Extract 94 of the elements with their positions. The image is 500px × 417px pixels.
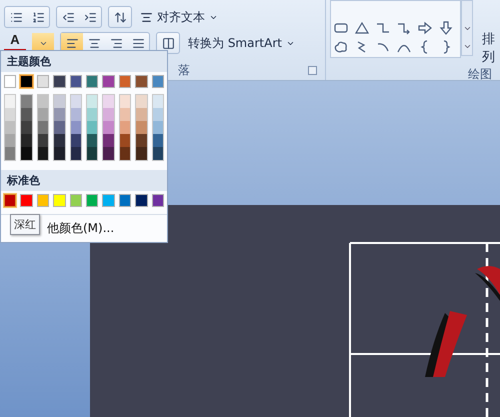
color-swatch[interactable] [118, 194, 132, 207]
color-swatch[interactable] [21, 95, 32, 108]
color-swatch[interactable] [5, 95, 16, 108]
color-swatch[interactable] [21, 108, 32, 121]
bullet-list-icon [10, 10, 22, 24]
arrange-button[interactable]: 排列 [473, 0, 500, 66]
color-swatch[interactable] [86, 194, 98, 207]
color-swatch[interactable] [103, 108, 114, 121]
shape-icon[interactable] [417, 20, 433, 36]
increase-indent-icon [84, 10, 96, 24]
justify-icon [132, 36, 144, 50]
color-swatch[interactable] [54, 134, 65, 147]
group-label: 落 [178, 62, 190, 78]
color-swatch[interactable] [120, 147, 130, 160]
color-swatch[interactable] [87, 108, 98, 121]
color-swatch[interactable] [136, 147, 147, 160]
color-swatch[interactable] [70, 95, 82, 108]
columns-icon [162, 36, 174, 50]
color-swatch[interactable] [5, 147, 16, 160]
color-swatch[interactable] [136, 134, 147, 147]
color-swatch[interactable] [70, 194, 82, 207]
color-swatch[interactable] [135, 194, 148, 207]
color-swatch[interactable] [38, 134, 48, 147]
align-text-icon [140, 10, 153, 24]
color-swatch[interactable] [152, 95, 164, 108]
color-swatch[interactable] [5, 121, 16, 134]
color-swatch[interactable] [5, 108, 16, 121]
color-swatch[interactable] [103, 95, 114, 108]
color-swatch[interactable] [70, 147, 82, 160]
line-spacing-icon [114, 10, 126, 24]
color-swatch[interactable] [70, 134, 82, 147]
standard-colors-heading: 标准色 [1, 170, 167, 191]
color-swatch[interactable] [103, 147, 114, 160]
color-swatch[interactable] [70, 75, 82, 88]
color-swatch[interactable] [152, 194, 164, 207]
group-label: 绘图 [468, 66, 492, 83]
color-swatch[interactable] [103, 121, 114, 134]
color-swatch[interactable] [20, 194, 33, 207]
color-swatch[interactable] [120, 121, 130, 134]
color-swatch[interactable] [38, 147, 48, 160]
color-swatch[interactable] [54, 108, 65, 121]
color-swatch[interactable] [38, 121, 48, 134]
color-swatch[interactable] [135, 75, 148, 88]
color-swatch[interactable] [87, 147, 98, 160]
align-left-icon [66, 36, 78, 50]
color-swatch[interactable] [4, 75, 16, 88]
color-swatch[interactable] [36, 75, 50, 88]
tooltip: 深红 [10, 214, 40, 235]
color-swatch[interactable] [152, 134, 164, 147]
theme-colors-heading: 主题颜色 [1, 51, 167, 72]
color-swatch[interactable] [54, 147, 65, 160]
color-swatch[interactable] [87, 134, 98, 147]
color-swatch[interactable] [118, 75, 132, 88]
color-swatch[interactable] [102, 194, 115, 207]
smartart-button[interactable]: 转换为 SmartArt [186, 34, 297, 52]
color-swatch[interactable] [38, 95, 48, 108]
align-right-icon [110, 36, 122, 50]
color-swatch[interactable] [70, 121, 82, 134]
color-swatch[interactable] [120, 108, 130, 121]
color-swatch[interactable] [38, 108, 48, 121]
color-swatch[interactable] [36, 194, 50, 207]
color-swatch[interactable] [87, 121, 98, 134]
align-center-icon [88, 36, 100, 50]
shape-icon[interactable] [354, 20, 370, 36]
color-swatch[interactable] [21, 121, 32, 134]
color-swatch[interactable] [136, 108, 147, 121]
color-swatch[interactable] [54, 121, 65, 134]
color-swatch[interactable] [87, 95, 98, 108]
color-swatch[interactable] [21, 147, 32, 160]
align-text-button[interactable]: 对齐文本 [138, 8, 220, 26]
shape-icon[interactable] [333, 39, 349, 55]
color-swatch[interactable] [102, 75, 115, 88]
shape-icon[interactable] [438, 20, 454, 36]
color-swatch[interactable] [103, 134, 114, 147]
color-swatch[interactable] [21, 134, 32, 147]
color-swatch[interactable] [120, 95, 130, 108]
color-swatch[interactable] [152, 75, 164, 88]
numbered-list-icon [32, 10, 44, 24]
color-swatch[interactable] [120, 134, 130, 147]
color-swatch[interactable] [136, 95, 147, 108]
color-swatch[interactable] [53, 75, 66, 88]
color-swatch[interactable] [5, 134, 16, 147]
color-swatch[interactable] [152, 108, 164, 121]
decrease-indent-icon [62, 10, 74, 24]
dialog-launcher-button[interactable] [308, 66, 317, 74]
color-swatch[interactable] [53, 194, 66, 207]
color-swatch[interactable] [4, 194, 16, 207]
color-swatch[interactable] [152, 147, 164, 160]
color-swatch[interactable] [86, 75, 98, 88]
color-swatch[interactable] [54, 95, 65, 108]
color-swatch[interactable] [152, 121, 164, 134]
color-swatch[interactable] [20, 75, 33, 88]
color-swatch[interactable] [70, 108, 82, 121]
color-swatch[interactable] [136, 121, 147, 134]
